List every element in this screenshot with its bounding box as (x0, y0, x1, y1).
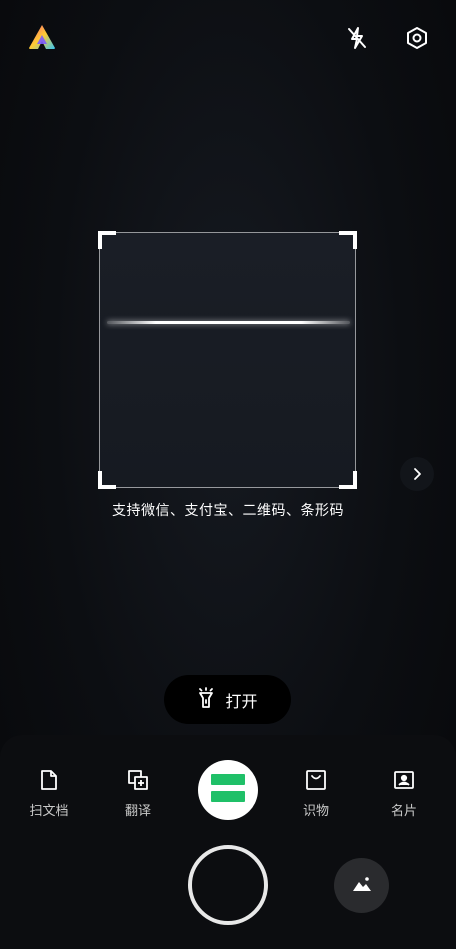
mode-translate[interactable]: 翻译 (108, 768, 168, 819)
scan-corner-top-left (98, 231, 116, 249)
scan-corner-bottom-right (339, 471, 357, 489)
business-card-icon (392, 768, 416, 792)
gallery-button[interactable] (334, 858, 389, 913)
scan-hint-text: 支持微信、支付宝、二维码、条形码 (112, 503, 344, 519)
top-bar (0, 0, 456, 75)
shutter-button[interactable] (188, 845, 268, 925)
mode-label: 扫文档 (29, 804, 69, 819)
mode-document-scan[interactable]: 扫文档 (19, 768, 79, 819)
mode-label: 名片 (390, 804, 417, 819)
gallery-icon (351, 875, 373, 897)
torch-label: 打开 (225, 691, 258, 711)
mode-object-recognition[interactable]: 识物 (286, 768, 346, 819)
object-recognition-icon (304, 768, 328, 792)
torch-button[interactable]: 打开 (164, 675, 291, 724)
mode-label: 识物 (302, 804, 329, 819)
scan-line (107, 321, 350, 324)
translate-icon (126, 768, 150, 792)
flashlight-icon (197, 686, 215, 713)
mode-business-card[interactable]: 名片 (374, 768, 434, 819)
scan-qr-icon (209, 773, 247, 807)
document-icon (37, 768, 61, 792)
mode-label: 翻译 (124, 804, 151, 819)
mode-scan-qr-active[interactable] (198, 760, 258, 820)
scan-corner-bottom-left (98, 471, 116, 489)
settings-hexagon-icon[interactable] (403, 24, 431, 52)
chevron-right-icon[interactable] (400, 457, 434, 491)
scan-frame (98, 231, 357, 489)
flash-off-icon[interactable] (343, 24, 371, 52)
scan-corner-top-right (339, 231, 357, 249)
app-logo-icon[interactable] (28, 24, 56, 50)
